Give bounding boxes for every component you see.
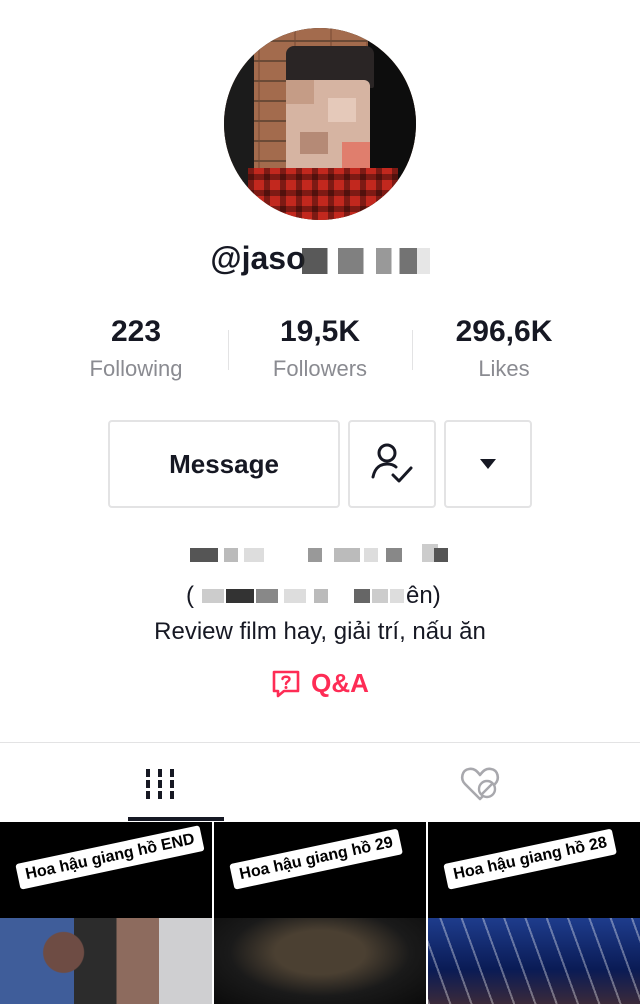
username-redaction [301,247,430,274]
bio-line-redaction [202,589,404,603]
liked-hidden-icon [460,767,500,801]
question-chat-icon [272,670,300,697]
message-button-label: Message [169,448,279,479]
stat-label: Followers [272,356,368,381]
video-thumbnail[interactable]: Hoa hậu giang hồ END [0,822,212,1004]
avatar-face-pixelated [286,80,370,176]
video-caption: Hoa hậu giang hồ 29 [229,828,404,890]
profile-stats: 223 Following 19,5K Followers 296,6K Lik… [44,312,596,392]
stat-value: 296,6K [455,315,553,348]
video-preview-image [214,918,426,1004]
tab-videos[interactable] [0,743,320,825]
bio-paren-tail: ên) [406,582,441,609]
tab-liked-videos[interactable] [320,743,640,825]
qa-label: Q&A [311,668,369,698]
stat-followers[interactable]: 19,5K Followers [228,312,412,392]
stat-label: Likes [478,356,530,381]
stat-label: Following [89,356,183,381]
active-tab-indicator [128,817,224,821]
video-preview-image [0,918,212,1004]
video-caption: Hoa hậu giang hồ 28 [443,828,618,890]
profile-tabs [0,742,640,824]
bio-text: Review film hay, giải trí, nấu ăn [154,618,486,645]
username: @jaso [0,240,640,277]
stat-likes[interactable]: 296,6K Likes [412,312,596,392]
grid-icon [146,769,174,799]
bio-redaction [190,544,448,562]
caret-down-icon [480,459,496,469]
video-grid: Hoa hậu giang hồ END Hoa hậu giang hồ 29… [0,822,640,1004]
stat-value: 223 [110,315,162,348]
avatar-shirt [248,168,398,220]
stat-value: 19,5K [279,315,361,348]
message-button[interactable]: Message [108,420,340,508]
video-preview-image [428,918,640,1004]
bio-redacted-line: ( ên) [186,580,456,612]
qa-link[interactable]: Q&A [0,668,640,699]
user-check-icon [371,443,413,483]
profile-avatar[interactable] [224,28,416,220]
video-caption: Hoa hậu giang hồ END [15,825,206,890]
video-thumbnail[interactable]: Hoa hậu giang hồ 29 [214,822,426,1004]
following-button[interactable] [348,420,436,508]
username-text: @jaso [210,240,306,276]
stat-following[interactable]: 223 Following [44,312,228,392]
bio-paren-open: ( [186,582,194,609]
more-options-button[interactable] [444,420,532,508]
video-thumbnail[interactable]: Hoa hậu giang hồ 28 [428,822,640,1004]
